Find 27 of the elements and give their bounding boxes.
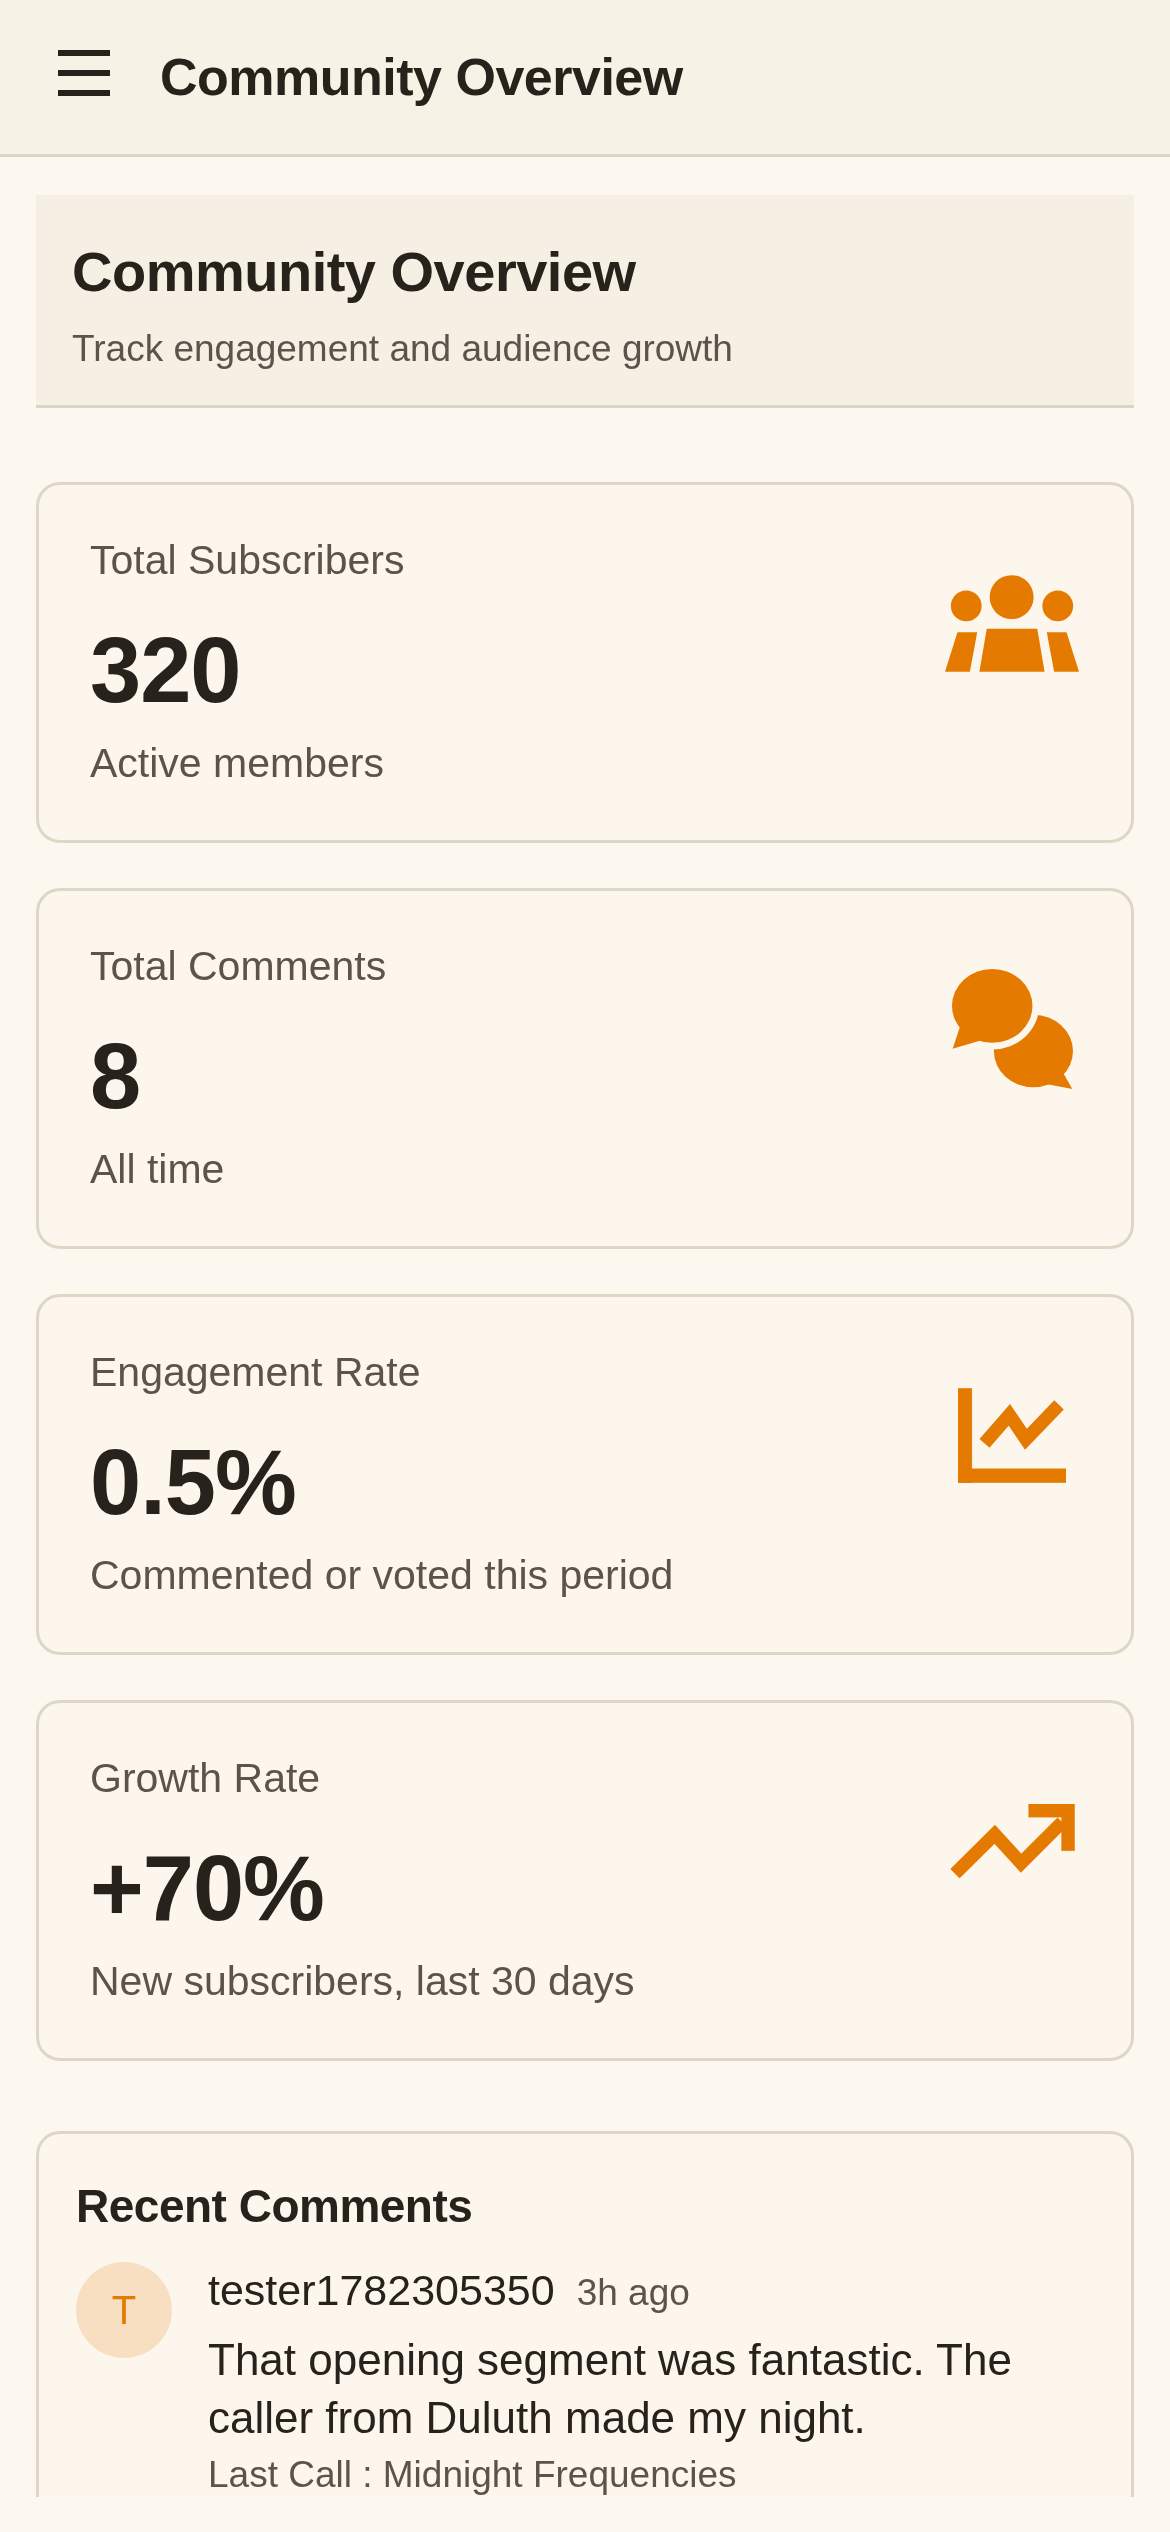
page-title: Community Overview <box>72 239 637 305</box>
line-chart-icon <box>958 1387 1066 1483</box>
people-icon <box>945 573 1079 673</box>
chat-bubbles-icon <box>951 968 1073 1090</box>
stat-value: 320 <box>90 618 242 723</box>
comment-author: tester1782305350 <box>208 2265 555 2316</box>
stat-label: Total Subscribers <box>90 536 405 585</box>
trend-up-icon <box>949 1804 1075 1878</box>
app-title: Community Overview <box>160 47 683 108</box>
page-subtitle: Track engagement and audience growth <box>72 327 734 371</box>
stat-value: 0.5% <box>90 1430 297 1535</box>
comment-text: That opening segment was fantastic. The caller from Duluth made my night. <box>208 2334 1013 2444</box>
section-title: Recent Comments <box>76 2179 474 2234</box>
stat-value: 8 <box>90 1024 142 1129</box>
stat-caption: Active members <box>90 739 385 788</box>
stat-caption: All time <box>90 1145 226 1194</box>
stat-label: Engagement Rate <box>90 1348 422 1397</box>
menu-icon <box>58 50 110 96</box>
comment-time: 3h ago <box>576 2271 690 2315</box>
stat-label: Growth Rate <box>90 1754 322 1803</box>
stat-caption: Commented or voted this period <box>90 1551 674 1600</box>
stat-caption: New subscribers, last 30 days <box>90 1957 635 2006</box>
stat-label: Total Comments <box>90 942 387 991</box>
menu-button[interactable] <box>58 50 110 96</box>
comment-source: Last Call : Midnight Frequencies <box>208 2453 738 2497</box>
avatar: T <box>76 2262 172 2358</box>
stat-value: +70% <box>90 1836 325 1941</box>
